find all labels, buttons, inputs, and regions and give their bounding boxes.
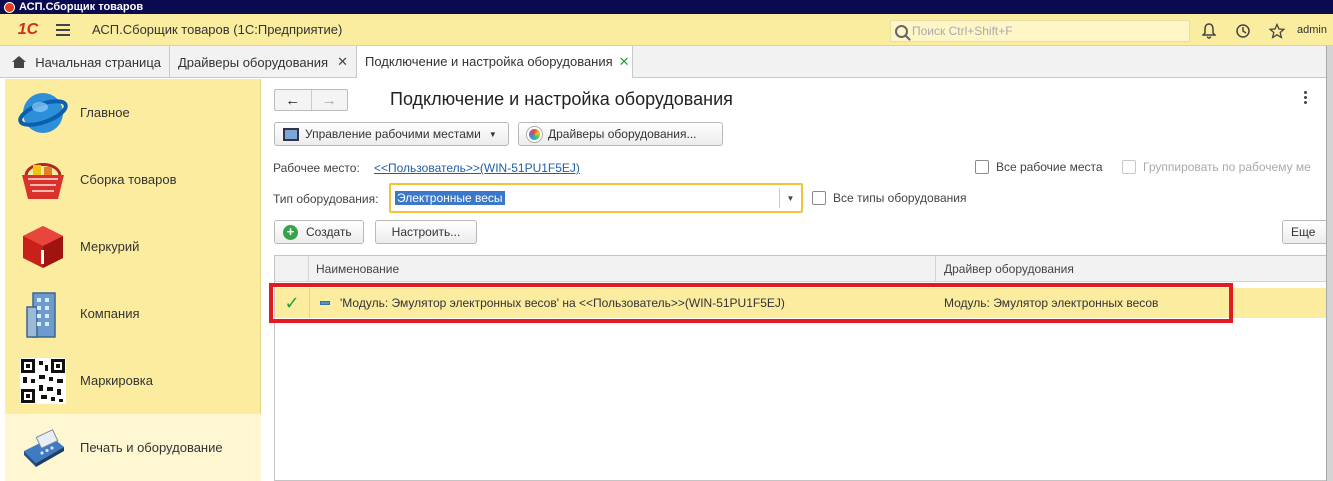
section-tabs: Начальная страница Драйверы оборудования… — [0, 46, 1333, 79]
tab-home[interactable]: Начальная страница — [0, 46, 170, 78]
window-title-bar: АСП.Сборщик товаров — [0, 0, 1333, 14]
table-header: Наименование Драйвер оборудования — [275, 256, 1329, 282]
sidebar-item-label: Печать и оборудование — [80, 440, 223, 455]
chevron-down-icon[interactable]: ▼ — [779, 188, 801, 208]
back-arrow-icon[interactable]: ← — [275, 90, 312, 110]
sections-panel: Главное Сборка товаров Меркурий Компания… — [5, 79, 261, 481]
sidebar-item-label: Сборка товаров — [80, 172, 177, 187]
more-button[interactable]: Еще — [1282, 220, 1332, 244]
color-wheel-icon — [527, 126, 542, 142]
configure-button[interactable]: Настроить... — [375, 220, 477, 244]
form-area: ← → Подключение и настройка оборудования… — [262, 79, 1332, 481]
group-by-workplace-checkbox[interactable]: Группировать по рабочему ме — [1122, 160, 1311, 174]
button-label: Настроить... — [391, 225, 461, 239]
sidebar-item-print-equipment[interactable]: Печать и оборудование — [5, 414, 261, 481]
button-label: Драйверы оборудования... — [548, 127, 697, 141]
button-label: Создать — [306, 225, 352, 239]
star-icon[interactable] — [1268, 22, 1286, 40]
sidebar-item-label: Главное — [80, 105, 130, 120]
app-header: 1С АСП.Сборщик товаров (1С:Предприятие) … — [0, 14, 1333, 46]
workplace-link[interactable]: <<Пользователь>>(WIN-51PU1F5EJ) — [374, 161, 580, 175]
checkbox-label: Все рабочие места — [996, 160, 1103, 174]
equipment-type-value[interactable]: Электронные весы — [395, 191, 505, 205]
user-name[interactable]: admin — [1297, 24, 1327, 36]
card-terminal-icon — [17, 422, 69, 474]
basket-icon — [17, 154, 69, 206]
all-types-checkbox[interactable]: Все типы оборудования — [812, 191, 966, 205]
sidebar-item-mercury[interactable]: Меркурий — [5, 213, 261, 280]
tab-label: Драйверы оборудования — [178, 54, 329, 70]
more-actions-icon[interactable] — [1302, 91, 1308, 107]
history-nav: ← → — [274, 89, 348, 111]
equipment-drivers-button[interactable]: Драйверы оборудования... — [518, 122, 723, 146]
sidebar-item-company[interactable]: Компания — [5, 280, 261, 347]
tab-equipment-setup[interactable]: Подключение и настройка оборудования ✕ — [357, 46, 633, 79]
checkbox-box[interactable] — [975, 160, 989, 174]
sidebar-item-assembly[interactable]: Сборка товаров — [5, 146, 261, 213]
app-icon — [4, 1, 15, 13]
bell-icon[interactable] — [1200, 22, 1218, 40]
app-title: АСП.Сборщик товаров (1С:Предприятие) — [92, 22, 343, 37]
monitor-icon — [283, 127, 299, 141]
header-cell-name[interactable]: Наименование — [309, 256, 936, 282]
tab-equipment-drivers[interactable]: Драйверы оборудования ✕ — [170, 46, 357, 78]
sidebar-item-marking[interactable]: Маркировка — [5, 347, 261, 414]
checkbox-label: Все типы оборудования — [833, 191, 967, 205]
equipment-type-field[interactable]: Электронные весы ▼ — [389, 183, 803, 213]
create-button[interactable]: + Создать — [274, 220, 364, 244]
logo-1c[interactable]: 1С — [8, 19, 48, 41]
chevron-down-icon: ▼ — [488, 129, 497, 139]
sidebar-item-label: Меркурий — [80, 239, 140, 254]
checkbox-label: Группировать по рабочему ме — [1143, 160, 1311, 174]
tab-label: Подключение и настройка оборудования — [365, 54, 613, 69]
close-icon[interactable]: ✕ — [337, 54, 348, 70]
globe-icon — [17, 87, 69, 139]
header-cell-driver[interactable]: Драйвер оборудования — [937, 256, 1329, 282]
search-icon — [895, 24, 908, 38]
highlight-frame — [269, 283, 1233, 323]
window-right-edge — [1326, 46, 1333, 481]
button-label: Управление рабочими местами — [305, 127, 481, 141]
workplace-label: Рабочее место: — [273, 161, 360, 175]
checkbox-box[interactable] — [1122, 160, 1136, 174]
forward-arrow-icon[interactable]: → — [312, 90, 348, 110]
history-icon[interactable] — [1234, 22, 1252, 40]
close-icon[interactable]: ✕ — [619, 54, 630, 70]
tab-label: Начальная страница — [35, 54, 161, 70]
building-icon — [17, 288, 69, 340]
global-search-input[interactable]: Поиск Ctrl+Shift+F — [890, 20, 1190, 42]
search-placeholder: Поиск Ctrl+Shift+F — [912, 24, 1013, 38]
equipment-type-label: Тип оборудования: — [273, 192, 379, 206]
sidebar-item-main[interactable]: Главное — [5, 79, 261, 146]
qr-code-icon — [17, 355, 69, 407]
checkbox-box[interactable] — [812, 191, 826, 205]
sidebar-item-label: Компания — [80, 306, 140, 321]
header-cell-used[interactable] — [275, 256, 309, 282]
workplace-management-button[interactable]: Управление рабочими местами ▼ — [274, 122, 509, 146]
menu-icon[interactable] — [56, 20, 76, 40]
home-icon — [12, 56, 27, 68]
plus-icon: + — [283, 224, 298, 240]
button-label: Еще — [1291, 225, 1316, 239]
page-title: Подключение и настройка оборудования — [390, 89, 733, 109]
cube-icon — [17, 221, 69, 273]
sidebar-item-label: Маркировка — [80, 373, 153, 388]
window-title: АСП.Сборщик товаров — [19, 1, 144, 13]
all-workplaces-checkbox[interactable]: Все рабочие места — [975, 160, 1103, 174]
